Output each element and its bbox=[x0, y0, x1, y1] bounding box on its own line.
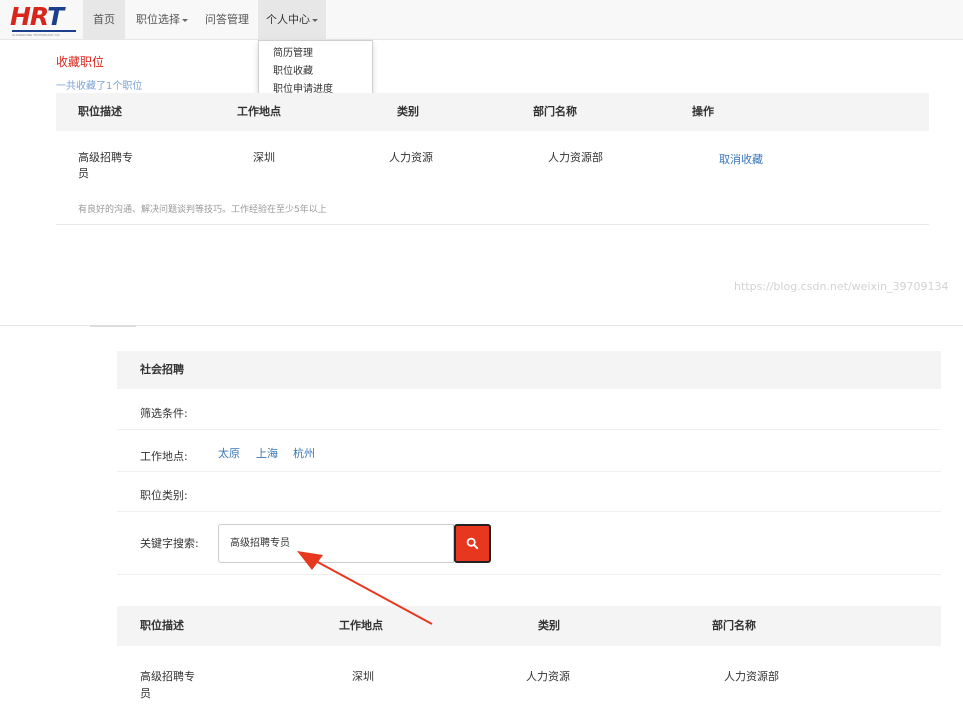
location-option-hangzhou[interactable]: 杭州 bbox=[293, 445, 315, 461]
nav-home[interactable]: 首页 bbox=[83, 0, 125, 40]
section-title: 社会招聘 bbox=[140, 363, 184, 376]
logo-stripe bbox=[12, 30, 76, 32]
col-header-category: 类别 bbox=[538, 619, 560, 632]
job-category: 人力资源 bbox=[526, 670, 570, 683]
job-name[interactable]: 高级招聘专员 bbox=[140, 668, 195, 702]
location-option-taiyuan[interactable]: 太原 bbox=[218, 445, 240, 461]
menu-item-favorites[interactable]: 职位收藏 bbox=[259, 63, 372, 81]
logo-mark: HRT bbox=[10, 2, 64, 31]
nav-personal-center[interactable]: 个人中心 bbox=[258, 0, 326, 40]
recruit-search-screenshot: 社会招聘 筛选条件: 工作地点: 太原 上海 杭州 职位类别: 关键字搜索: 高… bbox=[0, 325, 963, 720]
logo-subtitle: GUANGDONG TECHNOLOGY CO. bbox=[12, 33, 61, 37]
job-name-line2: 员 bbox=[140, 687, 151, 700]
navbar: HRT GUANGDONG TECHNOLOGY CO. 首页 职位选择 问答管… bbox=[0, 0, 963, 40]
job-name-line1: 高级招聘专 bbox=[78, 151, 133, 164]
col-header-description: 职位描述 bbox=[78, 105, 122, 118]
job-department: 人力资源部 bbox=[724, 670, 779, 683]
nav-job-select-label: 职位选择 bbox=[136, 13, 180, 26]
row-divider bbox=[56, 224, 929, 225]
row-divider bbox=[117, 471, 941, 472]
keyword-search-input[interactable]: 高级招聘专员 bbox=[218, 524, 454, 563]
col-header-action: 操作 bbox=[692, 105, 714, 118]
chevron-down-icon bbox=[182, 18, 188, 22]
chevron-down-icon bbox=[312, 18, 318, 22]
location-filter-label: 工作地点: bbox=[140, 450, 188, 463]
keyword-search-value: 高级招聘专员 bbox=[230, 538, 290, 549]
col-header-location: 工作地点 bbox=[339, 619, 383, 632]
nav-qa-manage-label: 问答管理 bbox=[205, 13, 249, 26]
keyword-search-label: 关键字搜索: bbox=[140, 537, 199, 550]
row-divider bbox=[117, 429, 941, 430]
search-icon bbox=[466, 537, 479, 550]
nav-personal-center-label: 个人中心 bbox=[266, 13, 310, 26]
job-name-line1: 高级招聘专 bbox=[140, 670, 195, 683]
tab-indicator bbox=[90, 325, 136, 327]
page-title: 收藏职位 bbox=[56, 55, 105, 69]
category-filter-label: 职位类别: bbox=[140, 489, 188, 502]
job-category: 人力资源 bbox=[389, 151, 433, 164]
unfavorite-link[interactable]: 取消收藏 bbox=[719, 151, 763, 167]
col-header-category: 类别 bbox=[397, 105, 419, 118]
col-header-description: 职位描述 bbox=[140, 619, 184, 632]
job-name[interactable]: 高级招聘专员 bbox=[78, 150, 133, 182]
favorites-screenshot: HRT GUANGDONG TECHNOLOGY CO. 首页 职位选择 问答管… bbox=[0, 0, 963, 326]
results-table-header: 职位描述 工作地点 类别 部门名称 bbox=[117, 606, 941, 646]
nav-home-label: 首页 bbox=[93, 13, 115, 26]
personal-center-dropdown: 简历管理 职位收藏 职位申请进度 bbox=[258, 40, 373, 101]
job-department: 人力资源部 bbox=[548, 151, 603, 164]
menu-item-resume[interactable]: 简历管理 bbox=[259, 45, 372, 63]
nav-job-select[interactable]: 职位选择 bbox=[136, 0, 188, 40]
favorites-count: 一共收藏了1个职位 bbox=[56, 81, 143, 92]
job-name-line2: 员 bbox=[78, 167, 89, 180]
col-header-department: 部门名称 bbox=[712, 619, 756, 632]
search-button[interactable] bbox=[454, 524, 491, 563]
nav-qa-manage[interactable]: 问答管理 bbox=[205, 0, 249, 40]
location-option-shanghai[interactable]: 上海 bbox=[256, 445, 278, 461]
logo[interactable]: HRT GUANGDONG TECHNOLOGY CO. bbox=[10, 2, 80, 38]
page: HRT GUANGDONG TECHNOLOGY CO. 首页 职位选择 问答管… bbox=[0, 0, 963, 720]
filter-label: 筛选条件: bbox=[140, 407, 188, 420]
watermark: https://blog.csdn.net/weixin_39709134 bbox=[734, 280, 949, 293]
job-location: 深圳 bbox=[253, 151, 275, 164]
col-header-department: 部门名称 bbox=[533, 105, 577, 118]
col-header-location: 工作地点 bbox=[237, 105, 281, 118]
job-description: 有良好的沟通、解决问题谈判等技巧。工作经验在至少5年以上 bbox=[78, 205, 327, 215]
favorites-table-header: 职位描述 工作地点 类别 部门名称 操作 bbox=[56, 93, 929, 131]
row-divider bbox=[117, 574, 941, 575]
section-header: 社会招聘 bbox=[117, 351, 941, 389]
job-location: 深圳 bbox=[352, 670, 374, 683]
row-divider bbox=[117, 511, 941, 512]
